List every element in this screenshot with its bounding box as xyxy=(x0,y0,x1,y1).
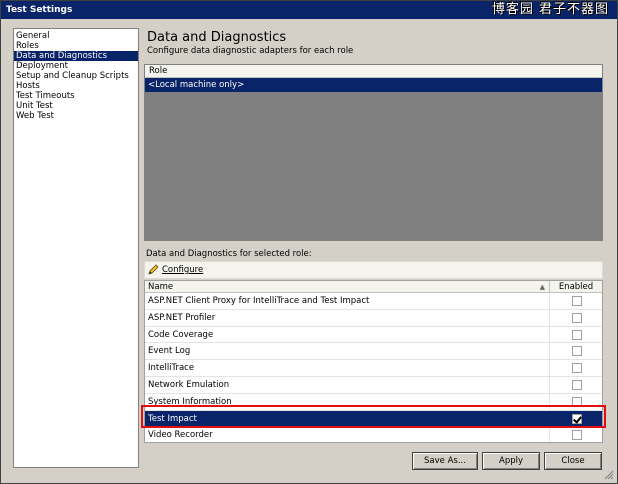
pencil-icon xyxy=(148,264,159,275)
table-row-selected[interactable]: Test Impact xyxy=(145,410,602,428)
resize-grip-icon[interactable] xyxy=(604,470,614,480)
close-button[interactable]: Close xyxy=(544,452,602,470)
adapter-name: Test Impact xyxy=(145,410,550,427)
table-row[interactable]: Event Log xyxy=(145,343,602,361)
diagnostics-section-label: Data and Diagnostics for selected role: xyxy=(146,249,312,259)
table-row[interactable]: Video Recorder xyxy=(145,427,602,442)
category-item-hosts[interactable]: Hosts xyxy=(14,81,138,91)
category-item-web-test[interactable]: Web Test xyxy=(14,111,138,121)
role-row-local-machine[interactable]: <Local machine only> xyxy=(145,78,602,92)
table-row[interactable]: Network Emulation xyxy=(145,376,602,394)
category-item-setup-and-cleanup-scripts[interactable]: Setup and Cleanup Scripts xyxy=(14,71,138,81)
adapter-name: System Information xyxy=(145,393,550,410)
enabled-checkbox[interactable] xyxy=(572,430,582,441)
adapter-name: IntelliTrace xyxy=(145,360,550,376)
enabled-checkbox[interactable] xyxy=(572,379,582,390)
adapter-table: Name ▲ Enabled ASP.NET Client Proxy for … xyxy=(144,280,603,443)
table-row[interactable]: ASP.NET Profiler xyxy=(145,309,602,327)
role-column-header[interactable]: Role xyxy=(145,65,602,78)
category-item-test-timeouts[interactable]: Test Timeouts xyxy=(14,91,138,101)
enabled-checkbox[interactable] xyxy=(572,363,582,374)
name-column-header[interactable]: Name ▲ xyxy=(145,281,550,292)
table-row[interactable]: Code Coverage xyxy=(145,326,602,344)
adapter-name: Video Recorder xyxy=(145,427,550,442)
enabled-checkbox-checked[interactable] xyxy=(572,413,582,424)
table-row[interactable]: IntelliTrace xyxy=(145,360,602,377)
category-item-general[interactable]: General xyxy=(14,31,138,41)
table-row[interactable]: ASP.NET Client Proxy for IntelliTrace an… xyxy=(145,293,602,310)
apply-button[interactable]: Apply xyxy=(482,452,540,470)
adapter-name: Network Emulation xyxy=(145,376,550,393)
category-item-data-and-diagnostics[interactable]: Data and Diagnostics xyxy=(14,51,138,61)
enabled-checkbox[interactable] xyxy=(572,346,582,357)
category-item-deployment[interactable]: Deployment xyxy=(14,61,138,71)
window-title: Test Settings xyxy=(6,5,73,15)
title-bar: Test Settings 博客园 君子不器图 xyxy=(1,1,617,19)
configure-toolbar: Configure xyxy=(144,261,603,279)
role-list[interactable]: Role <Local machine only> xyxy=(144,64,603,241)
category-list[interactable]: General Roles Data and Diagnostics Deplo… xyxy=(13,28,139,468)
adapter-name: ASP.NET Profiler xyxy=(145,309,550,326)
enabled-checkbox[interactable] xyxy=(572,312,582,323)
enabled-column-header[interactable]: Enabled xyxy=(550,281,602,292)
test-settings-window: Test Settings 博客园 君子不器图 General Roles Da… xyxy=(0,0,618,484)
watermark-text: 博客园 君子不器图 xyxy=(491,2,609,17)
sort-ascending-icon: ▲ xyxy=(539,283,545,291)
adapter-name: ASP.NET Client Proxy for IntelliTrace an… xyxy=(145,293,550,309)
configure-label: Configure xyxy=(162,265,204,275)
adapter-name: Code Coverage xyxy=(145,326,550,343)
configure-button[interactable]: Configure xyxy=(148,264,204,275)
category-item-roles[interactable]: Roles xyxy=(14,41,138,51)
page-title: Data and Diagnostics xyxy=(147,30,287,45)
enabled-checkbox[interactable] xyxy=(572,296,582,306)
table-header: Name ▲ Enabled xyxy=(145,281,602,293)
table-row[interactable]: System Information xyxy=(145,393,602,411)
page-subtitle: Configure data diagnostic adapters for e… xyxy=(147,46,354,56)
save-as-button[interactable]: Save As... xyxy=(412,452,478,470)
category-item-unit-test[interactable]: Unit Test xyxy=(14,101,138,111)
enabled-checkbox[interactable] xyxy=(572,329,582,340)
adapter-name: Event Log xyxy=(145,343,550,360)
enabled-checkbox[interactable] xyxy=(572,396,582,407)
